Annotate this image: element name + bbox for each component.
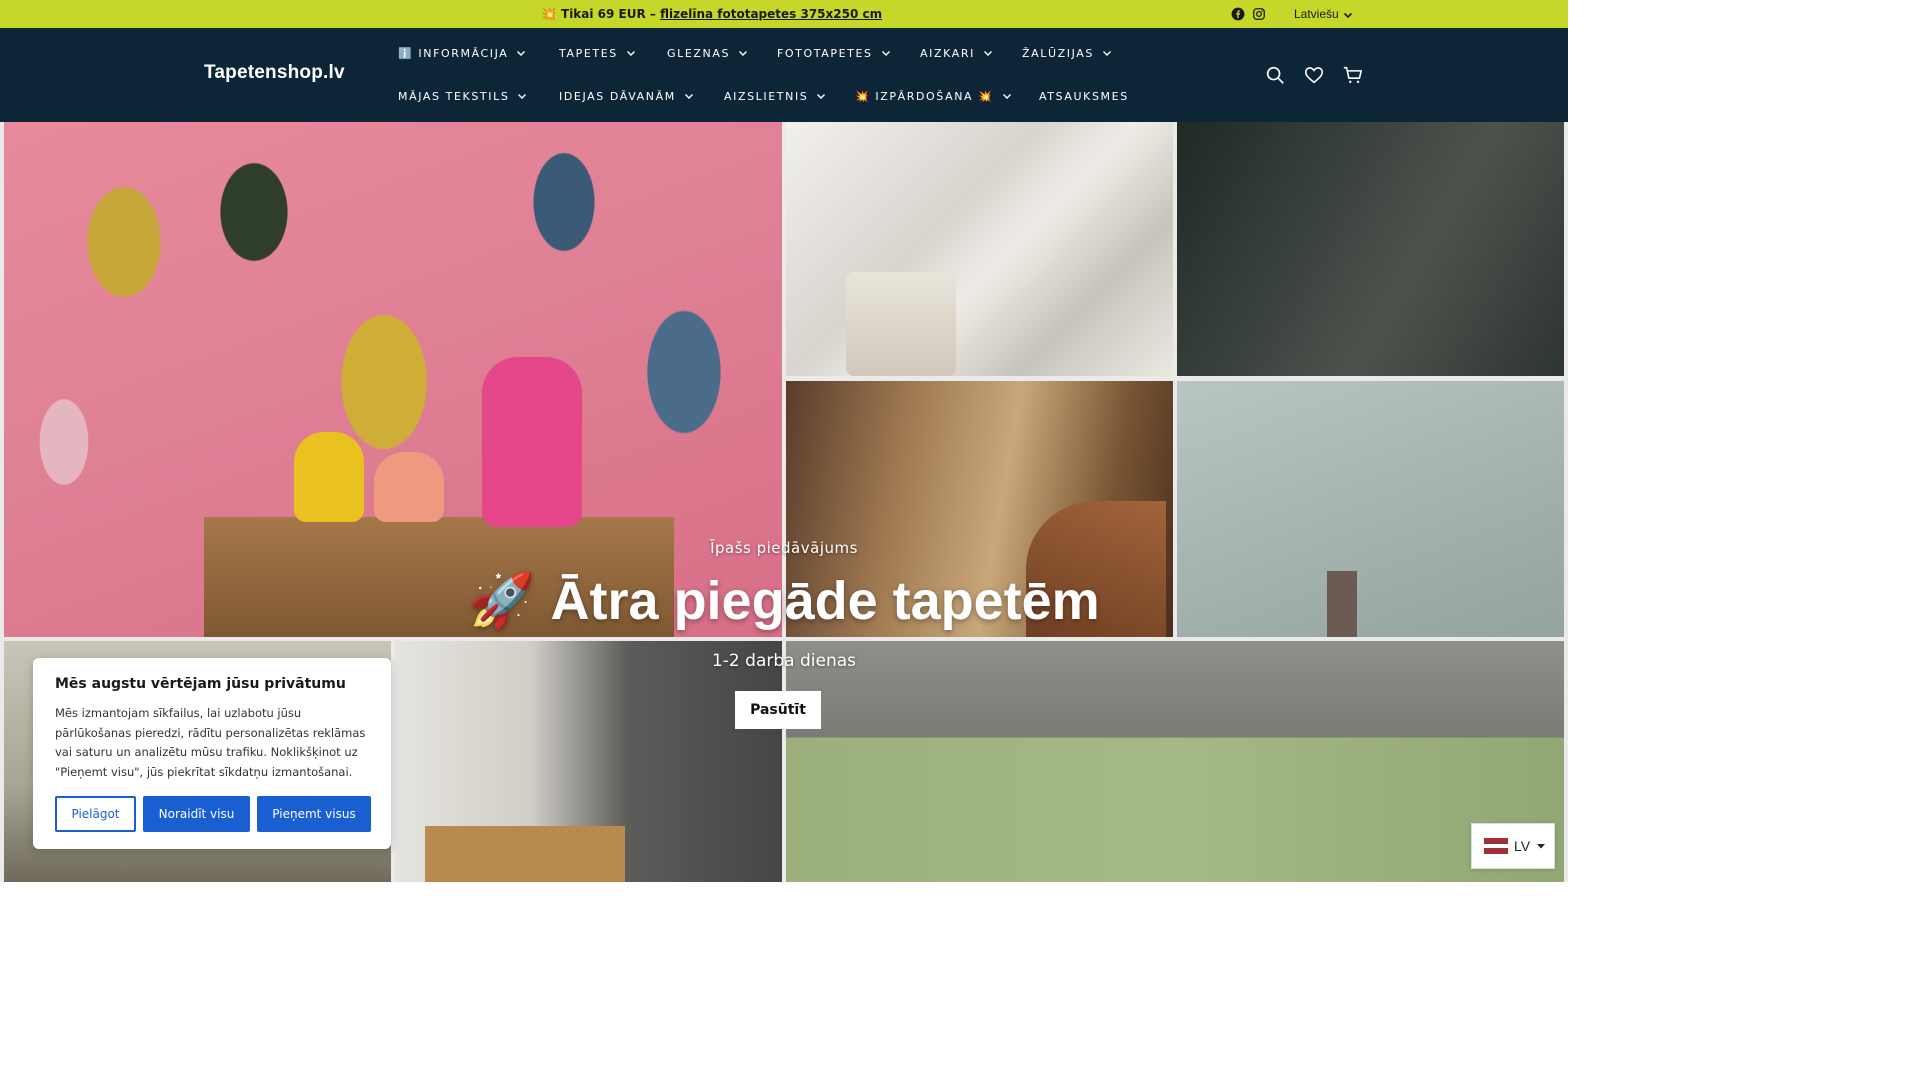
nav-item-aizslietnis[interactable]: AIZSLIETNIS — [724, 88, 826, 104]
nav-item-aizkari[interactable]: AIZKARI — [920, 45, 993, 61]
nav-label: 💥 IZPĀRDOŠANA 💥 — [855, 89, 994, 103]
nav-item-idejas-davanam[interactable]: IDEJAS DĀVANĀM — [559, 88, 694, 104]
nav-label: IDEJAS DĀVANĀM — [559, 89, 676, 103]
nav-label: ŽALŪZIJAS — [1022, 46, 1094, 60]
heart-icon[interactable] — [1303, 64, 1325, 86]
latvia-flag-icon — [1484, 838, 1508, 854]
chair-shadow — [1026, 501, 1166, 637]
nav-item-informacija[interactable]: ℹ️ INFORMĀCIJA — [398, 45, 526, 61]
chevron-down-icon — [739, 51, 748, 56]
chevron-down-icon — [626, 51, 635, 56]
chevron-down-icon — [518, 94, 527, 99]
nav-label: ℹ️ INFORMĀCIJA — [398, 46, 509, 60]
wooden-table — [204, 517, 674, 637]
announcement-prefix: 💥 Tikai 69 EUR – — [541, 7, 661, 21]
site-logo[interactable]: Tapetenshop.lv — [204, 62, 345, 84]
reject-all-button[interactable]: Noraidīt visu — [143, 796, 250, 832]
chevron-down-icon — [983, 51, 992, 56]
hero-image-wallpaper-rolls — [786, 641, 1564, 882]
chevron-down-icon — [684, 94, 693, 99]
cookie-consent-banner: Mēs augstu vērtējam jūsu privātumu Mēs i… — [33, 658, 391, 849]
chevron-down-icon — [1002, 94, 1011, 99]
chevron-down-icon — [1343, 12, 1352, 18]
language-label: Latviešu — [1294, 7, 1339, 21]
side-table — [1327, 571, 1357, 637]
peach-lantern — [374, 452, 444, 522]
pink-lantern — [482, 357, 582, 527]
accept-all-button[interactable]: Pieņemt visus — [257, 796, 371, 832]
customize-button[interactable]: Pielāgot — [55, 796, 136, 832]
site-header: Tapetenshop.lv ℹ️ INFORMĀCIJA TAPETES GL… — [0, 28, 1568, 122]
announcement-text: 💥 Tikai 69 EUR – flizelīna fototapetes 3… — [0, 0, 1424, 28]
language-code: LV — [1514, 838, 1531, 854]
cookie-title: Mēs augstu vērtējam jūsu privātumu — [55, 676, 346, 692]
hero-image-leaf-wallpaper — [1177, 381, 1564, 637]
nav-label: MĀJAS TEKSTILS — [398, 89, 510, 103]
dining-table — [425, 826, 625, 882]
chevron-down-icon — [517, 51, 526, 56]
order-button[interactable]: Pasūtīt — [735, 691, 821, 729]
nav-label: AIZKARI — [920, 46, 975, 60]
caret-down-icon — [1537, 844, 1546, 849]
chevron-down-icon — [817, 94, 826, 99]
nav-item-zaluzijas[interactable]: ŽALŪZIJAS — [1022, 45, 1112, 61]
language-switcher-widget[interactable]: LV — [1471, 823, 1555, 869]
nav-label: ATSAUKSMES — [1039, 89, 1129, 103]
nav-item-izpardosana[interactable]: 💥 IZPĀRDOŠANA 💥 — [855, 88, 1012, 104]
pouf — [846, 272, 956, 376]
cookie-body: Mēs izmantojam sīkfailus, lai uzlabotu j… — [55, 706, 366, 779]
nav-label: AIZSLIETNIS — [724, 89, 809, 103]
hero-image-dining-room — [395, 641, 782, 882]
nav-label: FOTOTAPETES — [777, 46, 873, 60]
announcement-link[interactable]: flizelīna fototapetes 375x250 cm — [660, 7, 882, 21]
cookie-buttons: Pielāgot Noraidīt visu Pieņemt visus — [55, 796, 371, 832]
cart-icon[interactable] — [1342, 64, 1364, 86]
nav-label: GLEZNAS — [667, 46, 731, 60]
yellow-lantern — [294, 432, 364, 522]
hero-image-geometric-wallpaper — [1177, 122, 1564, 376]
hero-image-tropical-wallpaper — [4, 122, 782, 637]
search-icon[interactable] — [1264, 64, 1286, 86]
chevron-down-icon — [1102, 51, 1111, 56]
announcement-bar: 💥 Tikai 69 EUR – flizelīna fototapetes 3… — [0, 0, 1568, 28]
hero-image-marble-wallpaper — [786, 122, 1173, 376]
chevron-down-icon — [881, 51, 890, 56]
language-selector[interactable]: Latviešu — [1294, 0, 1353, 28]
instagram-icon[interactable] — [1252, 7, 1266, 21]
nav-label: TAPETES — [559, 46, 618, 60]
nav-item-fototapetes[interactable]: FOTOTAPETES — [777, 45, 891, 61]
nav-item-tapetes[interactable]: TAPETES — [559, 45, 636, 61]
nav-item-majas-tekstils[interactable]: MĀJAS TEKSTILS — [398, 88, 527, 104]
facebook-icon[interactable] — [1231, 7, 1245, 21]
nav-item-atsauksmes[interactable]: ATSAUKSMES — [1039, 88, 1129, 104]
nav-item-gleznas[interactable]: GLEZNAS — [667, 45, 748, 61]
hero-image-textured-wallpaper — [786, 381, 1173, 637]
